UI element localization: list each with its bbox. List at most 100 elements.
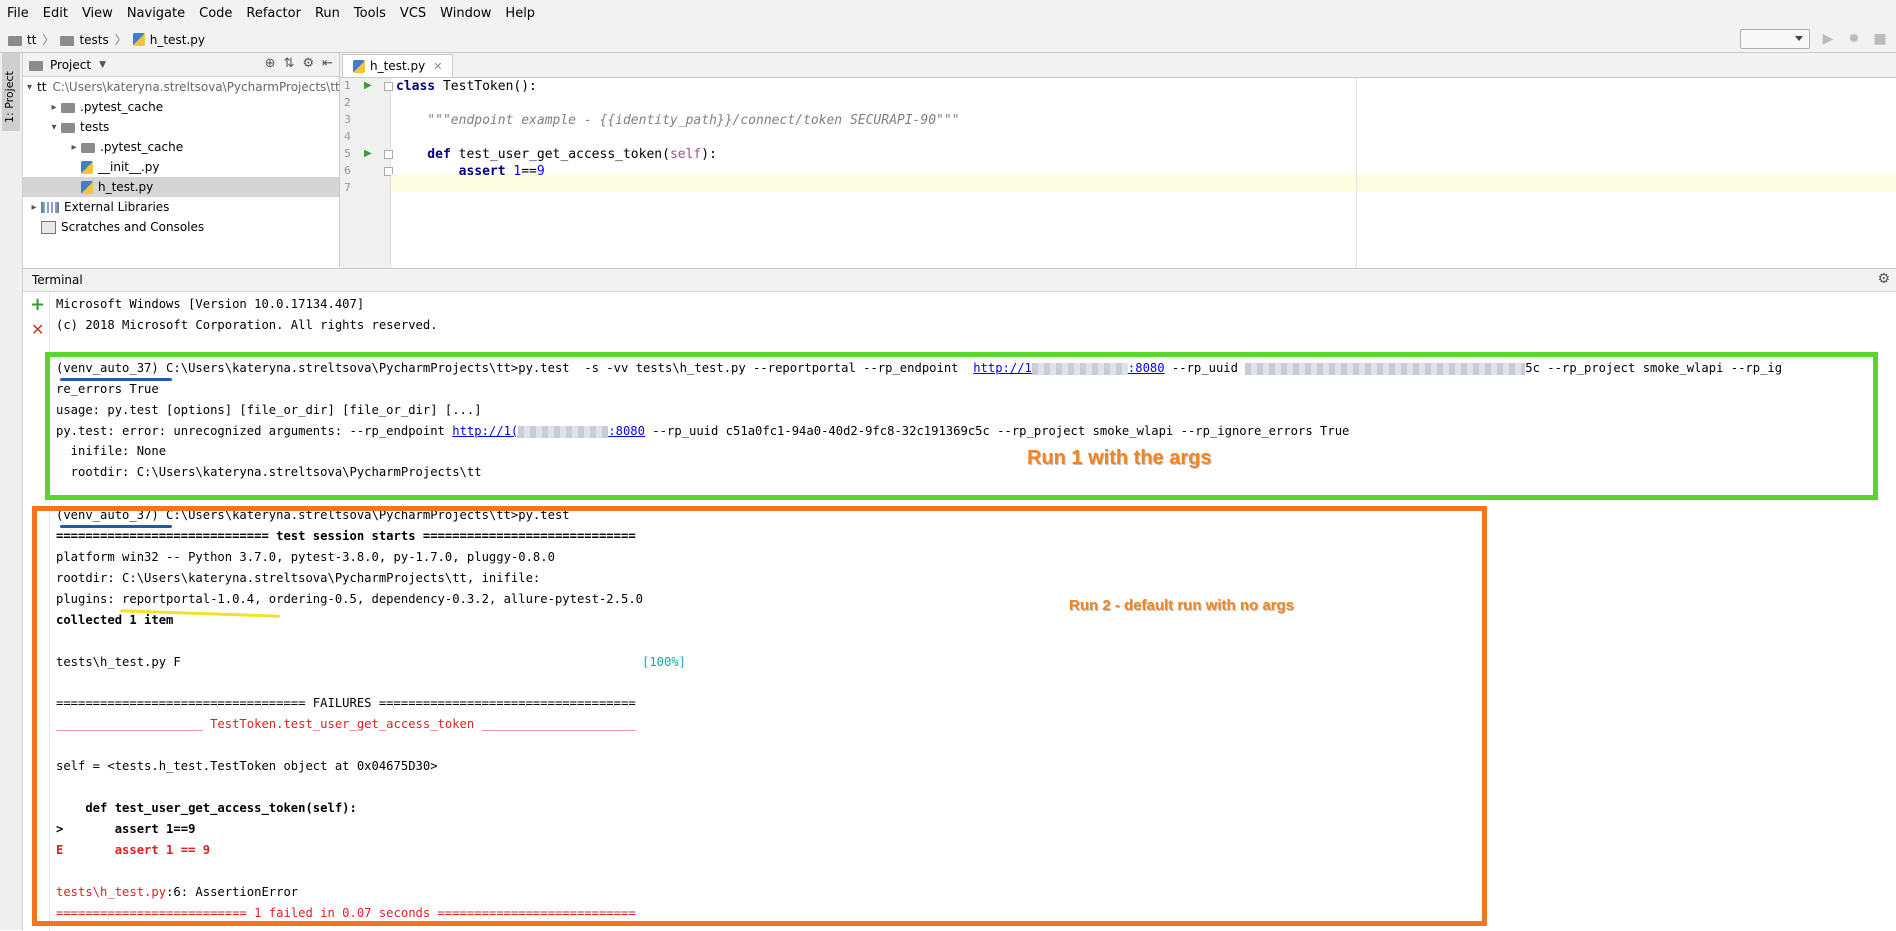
chevron-right-icon[interactable]: ▸	[47, 102, 61, 113]
run-icon[interactable]: ▶	[1820, 31, 1836, 47]
close-session-icon[interactable]: ✕	[31, 320, 44, 339]
line-number: 3	[344, 113, 351, 126]
run-gutter-icon[interactable]: ▶	[364, 80, 372, 91]
menu-file[interactable]: File	[0, 0, 36, 27]
python-file-icon	[81, 160, 93, 174]
breadcrumb: tt 〉 tests 〉 h_test.py	[0, 31, 205, 48]
annotation-box-run1	[45, 352, 1878, 500]
editor-tab[interactable]: h_test.py ✕	[342, 54, 454, 77]
locate-icon[interactable]: ⊕	[265, 56, 276, 71]
tree-item[interactable]: ▾ tests	[23, 117, 339, 137]
fold-icon[interactable]	[384, 82, 393, 91]
run-toolbar: ▶ ✹ ■	[1740, 29, 1888, 49]
tree-item[interactable]: __init__.py	[23, 157, 339, 177]
caret-down-icon[interactable]: ▼	[99, 60, 106, 70]
folder-icon	[81, 143, 95, 153]
left-tool-strip: 1: Project	[0, 53, 23, 930]
chevron-right-icon[interactable]: ▸	[67, 142, 81, 153]
project-panel: Project ▼ ⊕ ⇅ ⚙ ⇤ ▾ tt C:\Users\kateryna.s…	[23, 53, 340, 267]
annotation-run2-label: Run 2 - default run with no args	[1069, 597, 1294, 614]
editor-tab-bar: h_test.py ✕	[340, 53, 1896, 78]
folder-icon	[8, 35, 22, 46]
tree-item-label: h_test.py	[98, 180, 154, 194]
annotation-box-run2	[32, 506, 1487, 926]
line-number: 4	[344, 130, 351, 143]
project-icon	[29, 60, 43, 71]
annotation-run1-label: Run 1 with the args	[1027, 447, 1212, 469]
tree-item-path: C:\Users\kateryna.streltsova\PycharmProj…	[52, 80, 340, 94]
menu-tools[interactable]: Tools	[347, 0, 393, 27]
collapse-icon[interactable]: ⇅	[284, 56, 295, 71]
folder-icon	[61, 123, 75, 133]
chevron-down-icon[interactable]: ▾	[27, 82, 32, 93]
run-configuration-select[interactable]	[1740, 29, 1810, 49]
tree-item-label: __init__.py	[98, 160, 160, 174]
breadcrumb-item-tt[interactable]: tt	[27, 33, 36, 47]
tree-item-label: .pytest_cache	[80, 100, 164, 114]
stop-icon[interactable]: ■	[1872, 31, 1888, 47]
menu-help[interactable]: Help	[498, 0, 542, 27]
terminal-header: Terminal ⚙	[23, 269, 1896, 292]
menu-navigate[interactable]: Navigate	[120, 0, 192, 27]
chevron-right-icon: 〉	[114, 33, 127, 47]
breadcrumb-item-file[interactable]: h_test.py	[150, 33, 205, 47]
menu-vcs[interactable]: VCS	[393, 0, 433, 27]
tree-item[interactable]: ▸ .pytest_cache	[23, 137, 339, 157]
menu-view[interactable]: View	[75, 0, 120, 27]
tree-item[interactable]: ▾ tt C:\Users\kateryna.streltsova\PycharmP…	[23, 77, 340, 97]
debug-icon[interactable]: ✹	[1846, 31, 1862, 47]
tree-item[interactable]: ▸ .pytest_cache	[23, 97, 339, 117]
scratch-icon	[41, 220, 56, 234]
close-icon[interactable]: ✕	[433, 60, 442, 73]
tree-item-label: tt	[37, 80, 47, 94]
line-number: 6	[344, 164, 351, 177]
project-tool-tab[interactable]: 1: Project	[2, 53, 20, 131]
project-panel-title[interactable]: Project	[50, 58, 91, 72]
gear-icon[interactable]: ⚙	[302, 56, 314, 71]
tree-item[interactable]: ▸ External Libraries	[23, 197, 339, 217]
python-file-icon	[81, 180, 93, 194]
terminal-line: Microsoft Windows [Version 10.0.17134.40…	[56, 297, 365, 311]
terminal-line: (c) 2018 Microsoft Corporation. All righ…	[56, 318, 438, 332]
project-header-icons: ⊕ ⇅ ⚙ ⇤	[265, 56, 333, 71]
line-number: 2	[344, 96, 351, 109]
chevron-down-icon[interactable]: ▾	[47, 122, 61, 133]
tree-item[interactable]: Scratches and Consoles	[23, 217, 339, 237]
current-line-highlight	[391, 174, 1896, 191]
code-area[interactable]: 1 2 3 4 5 6 7 ▶ ▶ class TestToken(): """…	[340, 78, 1896, 268]
python-file-icon	[132, 33, 145, 46]
folder-icon	[61, 103, 75, 113]
menu-code[interactable]: Code	[192, 0, 239, 27]
project-panel-header: Project ▼ ⊕ ⇅ ⚙ ⇤	[23, 53, 339, 77]
gear-icon[interactable]: ⚙	[1877, 271, 1890, 287]
editor-tab-label: h_test.py	[370, 59, 426, 73]
hide-icon[interactable]: ⇤	[322, 56, 333, 71]
breadcrumb-item-tests[interactable]: tests	[79, 33, 108, 47]
menu-refactor[interactable]: Refactor	[239, 0, 308, 27]
project-tool-tab-label: 1: Project	[3, 71, 16, 123]
project-tree: ▾ tt C:\Users\kateryna.streltsova\PycharmP…	[23, 77, 340, 237]
fold-icon[interactable]	[384, 150, 393, 159]
library-icon	[41, 201, 59, 213]
code-line-5: def test_user_get_access_token(self):	[396, 147, 717, 162]
tree-item[interactable]: h_test.py	[23, 177, 339, 197]
menu-edit[interactable]: Edit	[36, 0, 75, 27]
right-margin-guide	[1356, 78, 1357, 268]
tree-item-label: tests	[80, 120, 110, 134]
line-number: 1	[344, 79, 351, 92]
terminal-title: Terminal	[32, 273, 83, 287]
annotation-underline	[60, 378, 172, 381]
navigation-bar: tt 〉 tests 〉 h_test.py ▶ ✹ ■	[0, 27, 1896, 53]
tree-item-label: External Libraries	[64, 200, 170, 214]
editor: h_test.py ✕ 1 2 3 4 5 6 7 ▶ ▶ class Test…	[340, 53, 1896, 268]
run-gutter-icon[interactable]: ▶	[364, 148, 372, 159]
editor-gutter: 1 2 3 4 5 6 7 ▶ ▶	[340, 78, 393, 268]
line-number: 5	[344, 147, 351, 160]
tree-item-label: Scratches and Consoles	[61, 220, 205, 234]
folder-icon	[60, 35, 75, 46]
chevron-right-icon: 〉	[42, 33, 55, 47]
chevron-right-icon[interactable]: ▸	[27, 202, 41, 213]
menu-window[interactable]: Window	[433, 0, 498, 27]
new-session-icon[interactable]: +	[30, 294, 45, 315]
menu-run[interactable]: Run	[308, 0, 347, 27]
